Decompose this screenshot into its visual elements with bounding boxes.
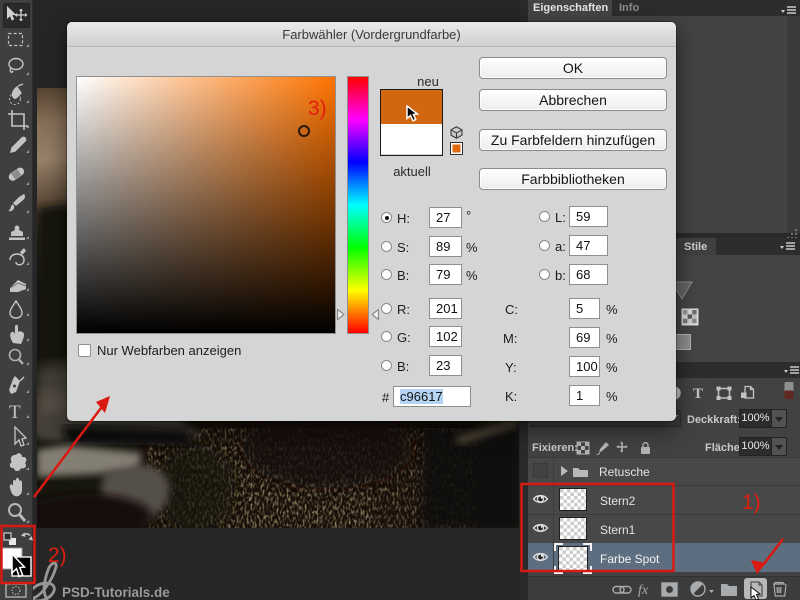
svg-text:fx: fx bbox=[638, 583, 649, 598]
svg-text:T: T bbox=[693, 386, 703, 400]
svg-text:T: T bbox=[9, 402, 21, 423]
